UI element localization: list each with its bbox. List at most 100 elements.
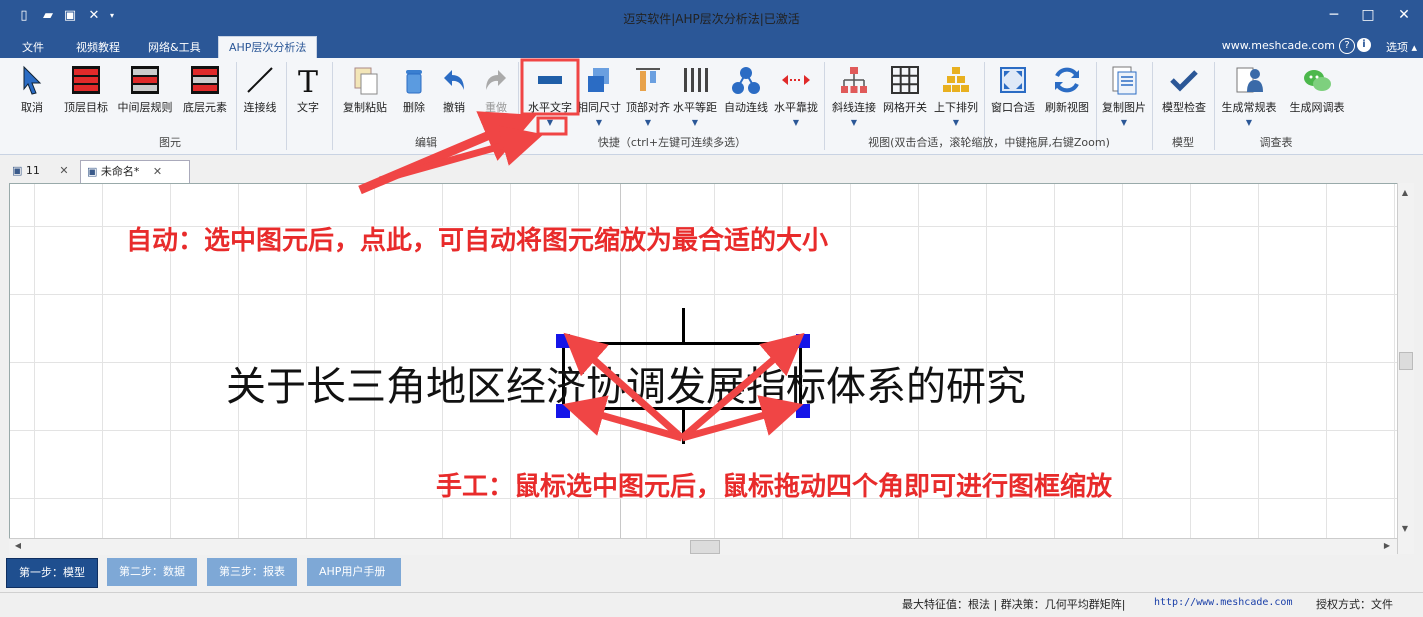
copy-image-dropdown-icon[interactable]: ▼ [1119,118,1129,127]
same-size-icon [588,68,609,92]
model-check-button[interactable]: 模型检查 [1156,62,1212,122]
top-goal-button[interactable]: 顶层目标 [62,62,110,122]
auto-connect-label: 自动连线 [724,101,768,114]
info-icon[interactable]: i [1357,38,1371,52]
grid-toggle-button[interactable]: 网格开关 [880,62,930,122]
top-align-dropdown-icon[interactable]: ▼ [643,118,653,127]
generate-regular-table-label: 生成常规表 [1221,101,1277,114]
horizontal-scroll-thumb[interactable] [690,540,720,554]
horizontal-text-button[interactable]: 水平文字 [524,62,576,122]
separator [518,62,519,150]
horizontal-gather-dropdown-icon[interactable]: ▼ [791,118,801,127]
generate-regular-table-button[interactable]: 生成常规表 [1218,62,1280,122]
resize-handle-top-left[interactable] [556,334,570,348]
step-data-tab[interactable]: 第二步：数据 [107,558,197,586]
window-title: 迈实软件|AHP层次分析法|已激活 [623,12,800,26]
connector-label: 连接线 [243,101,277,114]
annotation-auto: 自动：选中图元后，点此，可自动将图元缩放为最合适的大小 [126,226,829,256]
horizontal-spacing-dropdown-icon[interactable]: ▼ [690,118,700,127]
auto-connect-icon [732,67,760,94]
copy-paste-label: 复制粘贴 [343,101,387,114]
text-icon: T [298,65,318,96]
step-report-tab[interactable]: 第三步：报表 [207,558,297,586]
close-tab-icon[interactable]: ✕ [153,165,162,178]
connector-button[interactable]: 连接线 [240,62,280,122]
horizontal-spacing-button[interactable]: 水平等距 [672,62,718,122]
horizontal-text-dropdown-icon[interactable]: ▼ [545,118,555,127]
same-size-dropdown-icon[interactable]: ▼ [594,118,604,127]
arrange-icon [943,67,969,92]
menu-ahp[interactable]: AHP层次分析法 [218,36,318,59]
user-manual-tab[interactable]: AHP用户手册 [307,558,401,586]
top-align-button[interactable]: 顶部对齐 [624,62,672,122]
doc-tab-11[interactable]: ▣ 11 ✕ [6,160,75,182]
refresh-view-button[interactable]: 刷新视图 [1042,62,1092,122]
vertical-scroll-thumb[interactable] [1399,352,1413,370]
scroll-left-icon[interactable]: ◀ [11,539,25,553]
text-label: 文字 [297,101,319,114]
group-label-survey: 调查表 [1259,136,1293,149]
minimize-icon[interactable]: ─ [1316,4,1352,26]
separator [332,62,333,150]
horizontal-text-label: 水平文字 [528,101,572,114]
group-label-elements: 图元 [159,136,181,149]
menu-network-tools[interactable]: 网络&工具 [138,38,211,58]
undo-icon [444,70,464,90]
website-link[interactable]: www.meshcade.com [1222,39,1335,52]
help-icon[interactable]: ? [1339,38,1355,54]
menu-file[interactable]: 文件 [12,38,54,58]
menu-video-tutorial[interactable]: 视频教程 [66,38,130,58]
copy-image-icon [1112,66,1137,95]
element-text: 关于长三角地区经济协调发展指标体系的研究 [226,364,1026,410]
grid-toggle-label: 网格开关 [883,101,927,114]
fit-window-label: 窗口合适 [991,101,1035,114]
group-label-view: 视图(双击合适，滚轮缩放，中键拖屏,右键Zoom) [868,136,1110,149]
menu-bar [0,36,1423,58]
document-icon: ▣ [87,165,98,178]
middle-rule-button[interactable]: 中间层规则 [116,62,174,122]
step-model-tab[interactable]: 第一步：模型 [6,558,98,588]
resize-handle-top-right[interactable] [796,334,810,348]
horizontal-gather-button[interactable]: 水平靠拢 [772,62,820,122]
doc-tab-untitled[interactable]: ▣ 未命名* ✕ [80,160,190,183]
maximize-icon[interactable]: □ [1350,4,1386,26]
vertical-arrange-button[interactable]: 上下排列 [932,62,980,122]
generate-web-survey-button[interactable]: 生成网调表 [1286,62,1348,122]
scroll-right-icon[interactable]: ▶ [1380,539,1394,553]
status-url-link[interactable]: http://www.meshcade.com [1154,597,1292,608]
options-menu[interactable]: 选项 ▴ [1386,39,1417,55]
cancel-button[interactable]: 取消 [14,62,50,122]
scroll-down-icon[interactable]: ▼ [1398,522,1412,536]
diagonal-connect-dropdown-icon[interactable]: ▼ [849,118,859,127]
close-tab-icon[interactable]: ✕ [59,164,68,177]
close-icon[interactable]: ✕ [1386,4,1422,26]
text-button[interactable]: T 文字 [290,62,326,122]
generate-regular-table-dropdown-icon[interactable]: ▼ [1244,118,1254,127]
copy-paste-icon [354,67,378,95]
delete-label: 删除 [403,101,425,114]
copy-paste-button[interactable]: 复制粘贴 [338,62,392,122]
copy-image-button[interactable]: 复制图片 [1100,62,1148,122]
vertical-arrange-dropdown-icon[interactable]: ▼ [951,118,961,127]
fit-window-icon [1000,67,1026,93]
bottom-element-button[interactable]: 底层元素 [180,62,230,122]
undo-label: 撤销 [443,101,465,114]
fit-window-button[interactable]: 窗口合适 [988,62,1038,122]
cancel-label: 取消 [21,101,43,114]
top-align-icon [636,68,660,91]
same-size-button[interactable]: 相同尺寸 [576,62,622,122]
scroll-up-icon[interactable]: ▲ [1398,186,1412,200]
pointer-icon [23,65,42,95]
delete-button[interactable]: 删除 [396,62,432,122]
vertical-arrange-label: 上下排列 [934,101,978,114]
auto-connect-button[interactable]: 自动连线 [722,62,770,122]
document-icon: ▣ [12,164,23,177]
redo-button[interactable]: 重做 [478,62,514,122]
middle-rule-label: 中间层规则 [117,101,173,114]
model-check-label: 模型检查 [1162,101,1206,114]
status-license: 授权方式：文件 [1316,598,1393,611]
diagonal-connect-button[interactable]: 斜线连接 [830,62,878,122]
person-table-icon [1236,67,1263,93]
wechat-icon [1304,70,1331,91]
undo-button[interactable]: 撤销 [436,62,472,122]
